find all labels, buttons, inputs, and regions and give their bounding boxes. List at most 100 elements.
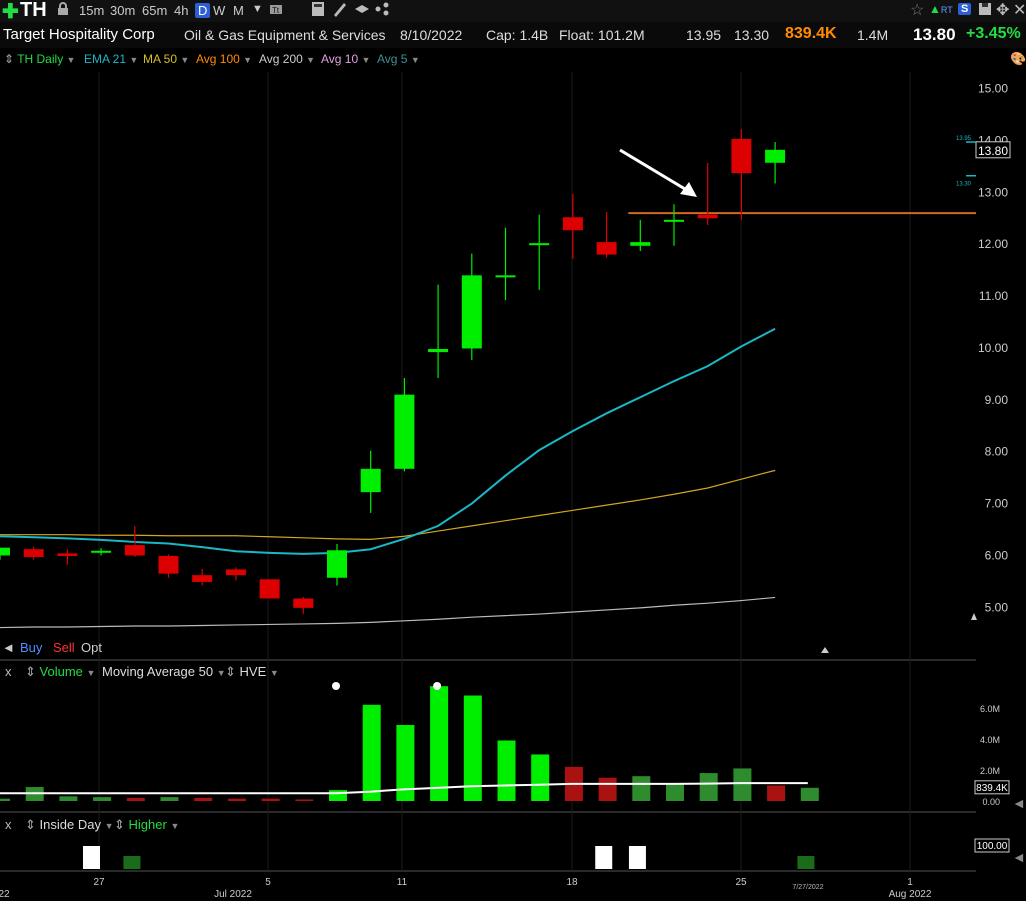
candle-body[interactable] (394, 394, 415, 469)
candle-body[interactable] (192, 575, 213, 582)
x-tick-label: 27 (93, 877, 105, 888)
candle-body[interactable] (495, 275, 516, 278)
sell-button[interactable]: Sell (53, 640, 75, 655)
volume-scroll-icon[interactable]: ◄ (1012, 795, 1026, 811)
candle-body[interactable] (529, 243, 550, 246)
volume-bar[interactable] (497, 740, 516, 802)
candle-body[interactable] (428, 348, 449, 353)
x-tick-label: 22 (0, 889, 10, 900)
candle-body[interactable] (124, 545, 145, 556)
candle-body[interactable] (664, 219, 684, 222)
x-tick-label: 18 (566, 877, 578, 888)
candle-body[interactable] (697, 214, 718, 219)
hve-label: HVE (239, 664, 267, 679)
candle-body[interactable] (596, 242, 617, 255)
volume-bar[interactable] (598, 777, 617, 801)
higher-bar[interactable] (123, 856, 141, 869)
x-tick-label: Aug 2022 (889, 889, 932, 900)
inside-day-bar[interactable] (595, 846, 613, 869)
candle-body[interactable] (327, 550, 347, 578)
higher-bar[interactable] (797, 856, 815, 869)
candle-body[interactable] (259, 579, 280, 599)
x-tick-label: 25 (735, 877, 747, 888)
inside-day-bar[interactable] (82, 846, 100, 869)
volume-bar[interactable] (261, 798, 280, 801)
volume-ma-study[interactable]: Moving Average 50 ▼ (102, 664, 226, 679)
low-tag-label: 13.30 (956, 182, 972, 188)
candle-body[interactable] (360, 468, 381, 493)
volume-bar[interactable] (362, 704, 381, 801)
price-tick-label: 6.00 (985, 548, 1009, 562)
x-tick-label: Jul 2022 (214, 889, 252, 900)
price-tick-label: 13.00 (978, 185, 1008, 199)
volume-tick-label: 4.0M (980, 735, 1000, 745)
candle-body[interactable] (23, 549, 44, 558)
volume-bar[interactable] (430, 686, 449, 801)
volume-bar[interactable] (227, 798, 246, 801)
sort-icon: ⇕ (25, 664, 36, 679)
volume-bar[interactable] (194, 797, 213, 801)
options-button[interactable]: Opt (81, 640, 102, 655)
inside-close-button[interactable]: x (5, 817, 12, 832)
volume-bar[interactable] (295, 799, 314, 801)
volume-bar[interactable] (329, 790, 347, 801)
volume-bar[interactable] (59, 796, 78, 801)
price-tick-label: 15.00 (978, 82, 1008, 96)
volume-bar[interactable] (666, 783, 684, 801)
hve-marker (433, 682, 442, 690)
scroll-up-icon[interactable] (821, 647, 829, 653)
price-tick-label: 11.00 (979, 289, 1008, 303)
volume-bar[interactable] (160, 797, 179, 801)
annotation-arrow[interactable] (619, 148, 691, 194)
price-tick-label: 5.00 (985, 600, 1009, 614)
hve-study[interactable]: ⇕ HVE ▼ (225, 664, 279, 680)
volume-bar[interactable] (767, 785, 786, 801)
sort-icon: ⇕ (25, 817, 36, 832)
volume-bar[interactable] (126, 797, 145, 801)
chevron-down-icon: ▼ (269, 668, 279, 678)
volume-bar[interactable] (733, 768, 752, 801)
volume-bar[interactable] (0, 798, 10, 801)
collapse-arrow-icon[interactable]: ◄ (2, 640, 15, 655)
volume-bar[interactable] (800, 787, 819, 801)
avg200-line (0, 596, 776, 629)
inside-day-bar[interactable] (628, 846, 646, 869)
sort-icon: ⇕ (225, 664, 236, 679)
volume-tick-label: 6.0M (980, 704, 1000, 714)
x-tick-label: 5 (265, 877, 271, 888)
candle-body[interactable] (765, 149, 786, 163)
volume-bar[interactable] (699, 773, 718, 801)
price-tick-label: 10.00 (978, 341, 1008, 355)
sort-icon: ⇕ (114, 817, 125, 832)
inside-day-study[interactable]: ⇕ Inside Day ▼ (25, 817, 114, 833)
candle-body[interactable] (91, 550, 112, 553)
candle-body[interactable] (293, 598, 314, 608)
buy-button[interactable]: Buy (20, 640, 42, 655)
volume-bar[interactable] (531, 754, 550, 801)
inside-day-label: Inside Day (39, 817, 101, 832)
price-tick-label: 8.00 (985, 445, 1009, 459)
candle-body[interactable] (0, 547, 10, 556)
candle-body[interactable] (158, 555, 179, 574)
candle-body[interactable] (731, 138, 752, 174)
volume-bar[interactable] (632, 776, 651, 801)
chevron-down-icon: ▼ (170, 821, 180, 831)
ema21-line (0, 327, 776, 555)
candle-body[interactable] (630, 242, 651, 246)
candle-body[interactable] (461, 275, 482, 349)
volume-bar[interactable] (93, 797, 112, 801)
higher-label: Higher (128, 817, 167, 832)
inside-scroll-icon[interactable]: ◄ (1012, 849, 1026, 865)
higher-study[interactable]: ⇕ Higher ▼ (114, 817, 179, 833)
candle-body[interactable] (57, 553, 78, 556)
volume-close-button[interactable]: x (5, 664, 12, 679)
candle-body[interactable] (562, 217, 583, 231)
chevron-down-icon: ▼ (86, 668, 96, 678)
annotation-arrowhead (680, 182, 697, 197)
price-chart[interactable]: 5.006.007.008.009.0010.0011.0012.0013.00… (0, 0, 1026, 901)
candle-body[interactable] (225, 569, 246, 576)
hve-marker (332, 682, 340, 690)
price-tick-label: 12.00 (978, 237, 1008, 251)
volume-study[interactable]: ⇕ Volume ▼ (25, 664, 95, 680)
high-tag-label: 13.95 (956, 136, 972, 142)
